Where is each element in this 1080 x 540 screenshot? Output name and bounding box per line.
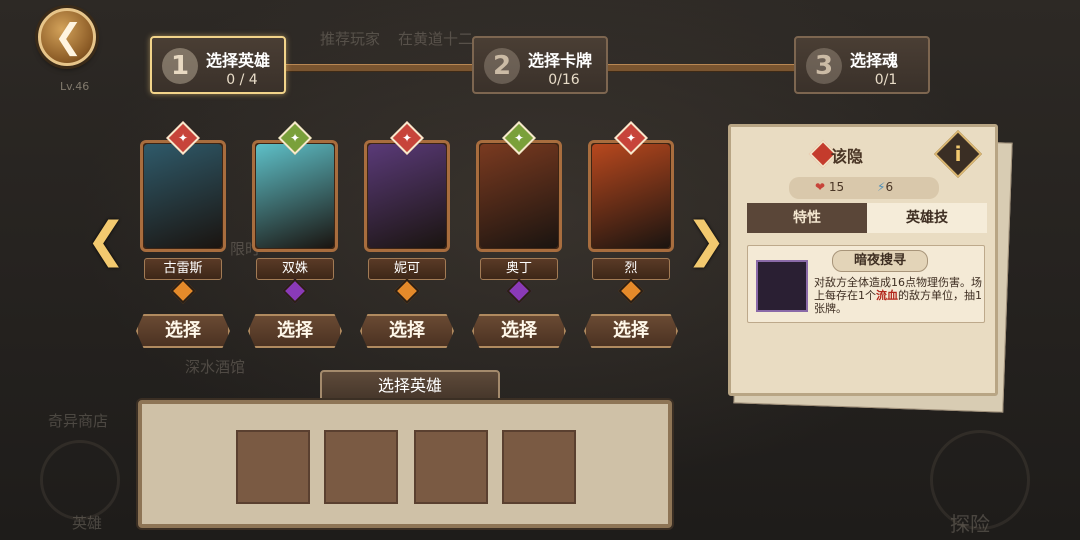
bg-decoration — [930, 430, 1030, 530]
hero-card[interactable]: ✦ 烈 — [586, 121, 676, 304]
hero-card[interactable]: ✦ 双姝 — [250, 121, 340, 304]
hero-portrait — [144, 144, 222, 248]
hero-card[interactable]: ✦ 古雷斯 — [138, 121, 228, 304]
prev-page-arrow-icon[interactable]: ❮ — [86, 215, 126, 265]
select-hero-button[interactable]: 选择 — [248, 314, 342, 348]
select-hero-button[interactable]: 选择 — [584, 314, 678, 348]
select-hero-button[interactable]: 选择 — [136, 314, 230, 348]
step-select-cards[interactable]: 2 选择卡牌 0/16 — [472, 36, 608, 94]
rarity-gem-icon — [282, 278, 308, 304]
bg-label: 推荐玩家 — [320, 30, 381, 48]
health-value: 15 — [828, 180, 845, 194]
rarity-gem-icon — [506, 278, 532, 304]
info-icon: i — [954, 142, 962, 166]
tab-hero-skill[interactable]: 英雄技 — [867, 203, 987, 233]
step-title: 选择卡牌 — [528, 51, 593, 70]
hero-slot[interactable] — [502, 430, 576, 504]
bg-label: 在黄道十二 — [398, 30, 474, 48]
next-page-arrow-icon[interactable]: ❯ — [686, 215, 726, 265]
bg-label: 深水酒馆 — [185, 358, 246, 376]
hero-portrait — [480, 144, 558, 248]
hero-name: 烈 — [592, 258, 670, 280]
chevron-left-icon: ❮ — [54, 17, 83, 57]
step-title: 选择英雄 — [206, 51, 271, 70]
hero-card[interactable]: ✦ 奥丁 — [474, 121, 564, 304]
skill-name: 暗夜搜寻 — [832, 250, 928, 272]
heart-icon: ❤ — [815, 180, 826, 194]
skill-card: 暗夜搜寻 对敌方全体造成16点物理伤害。场上每存在1个流血的敌方单位，抽1张牌。 — [747, 245, 985, 323]
hero-slot[interactable] — [324, 430, 398, 504]
hero-portrait — [368, 144, 446, 248]
hero-slot[interactable] — [236, 430, 310, 504]
back-button[interactable]: ❮ — [38, 8, 96, 66]
rarity-gem-icon — [618, 278, 644, 304]
select-hero-button[interactable]: 选择 — [472, 314, 566, 348]
skill-icon — [756, 260, 808, 312]
energy-stat: ⚡6 — [877, 180, 893, 194]
info-button[interactable]: i — [933, 129, 983, 179]
hero-name: 奥丁 — [480, 258, 558, 280]
hero-name: 双姝 — [256, 258, 334, 280]
energy-value: 6 — [885, 180, 894, 194]
hero-name: 古雷斯 — [144, 258, 222, 280]
step-number: 2 — [484, 48, 520, 84]
step-title: 选择魂 — [850, 51, 899, 70]
player-level: Lv.46 — [60, 80, 90, 93]
step-select-hero[interactable]: 1 选择英雄 0 / 4 — [150, 36, 286, 94]
step-select-soul[interactable]: 3 选择魂 0/1 — [794, 36, 930, 94]
skill-desc-keyword: 流血 — [876, 289, 898, 302]
hero-slot[interactable] — [414, 430, 488, 504]
selection-panel-title: 选择英雄 — [320, 370, 500, 402]
step-number: 1 — [162, 48, 198, 84]
bg-decoration — [40, 440, 120, 520]
hero-portrait — [592, 144, 670, 248]
hero-name: 妮可 — [368, 258, 446, 280]
step-number: 3 — [806, 48, 842, 84]
selected-heroes-panel — [138, 400, 672, 528]
hero-portrait — [256, 144, 334, 248]
hero-card[interactable]: ✦ 妮可 — [362, 121, 452, 304]
info-tabs: 特性 英雄技 — [747, 203, 987, 233]
bg-label: 奇异商店 — [48, 412, 109, 430]
step-count: 0/16 — [548, 72, 580, 88]
rarity-gem-icon — [170, 278, 196, 304]
rarity-gem-icon — [394, 278, 420, 304]
skill-description: 对敌方全体造成16点物理伤害。场上每存在1个流血的敌方单位，抽1张牌。 — [814, 276, 982, 315]
hero-name: 该隐 — [831, 147, 864, 166]
hero-stats: ❤ 15 ⚡6 — [789, 177, 939, 199]
step-count: 0 / 4 — [226, 72, 258, 88]
step-count: 0/1 — [874, 72, 898, 88]
tab-traits[interactable]: 特性 — [747, 203, 867, 233]
hero-info-panel: 该隐 i ❤ 15 ⚡6 特性 英雄技 暗夜搜寻 对敌方全体造成16点物理伤害。… — [728, 124, 998, 396]
health-stat: ❤ 15 — [815, 180, 844, 194]
select-hero-button[interactable]: 选择 — [360, 314, 454, 348]
